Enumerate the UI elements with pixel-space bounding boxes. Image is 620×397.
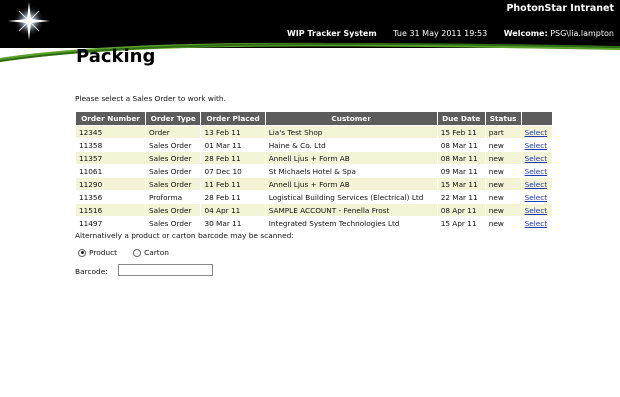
cell-due-date: 08 Mar 11: [436, 138, 486, 152]
table-row: 11497 Sales Order 30 Mar 11 Integrated Syst…: [75, 216, 554, 230]
cell-order-placed: 01 Mar 11: [200, 138, 266, 152]
table-row: 11290 Sales Order 11 Feb 11 Annell Ljus + F…: [75, 177, 554, 191]
cell-order-placed: 13 Feb 11: [200, 125, 266, 139]
cell-status: part: [484, 125, 522, 139]
barcode-label: Barcode:: [75, 267, 108, 276]
info-bar: WIP Tracker System Tue 31 May 2011 19:53…: [273, 29, 614, 38]
cell-order-type: Sales Order: [144, 151, 202, 165]
cell-due-date: 15 Feb 11: [436, 125, 486, 139]
cell-order-number: 11357: [75, 151, 146, 165]
cell-order-type: Sales Order: [144, 138, 202, 152]
col-order-type: Order Type: [144, 111, 202, 126]
cell-due-date: 08 Mar 11: [436, 151, 486, 165]
welcome-label: Welcome:: [503, 29, 548, 38]
cell-due-date: 09 Mar 11: [436, 164, 486, 178]
cell-order-placed: 04 Apr 11: [200, 203, 266, 217]
cell-customer: Annell Ljus + Form AB: [264, 151, 438, 165]
cell-order-number: 11497: [75, 216, 146, 230]
select-link[interactable]: Select: [520, 151, 554, 165]
page-title: Packing: [76, 46, 156, 67]
welcome: Welcome: PSG\lia.lampton: [504, 29, 614, 38]
cell-order-number: 11061: [75, 164, 146, 178]
cell-order-placed: 28 Feb 11: [200, 151, 266, 165]
cell-customer: Annell Ljus + Form AB: [264, 177, 438, 191]
cell-order-placed: 11 Feb 11: [200, 177, 266, 191]
cell-order-type: Sales Order: [144, 203, 202, 217]
cell-status: new: [484, 164, 522, 178]
brand-title: PhotonStar Intranet: [506, 3, 614, 14]
cell-order-type: Sales Order: [144, 164, 202, 178]
cell-order-number: 12345: [75, 125, 146, 139]
cell-order-number: 11516: [75, 203, 146, 217]
orders-table: Order Number Order Type Order Placed Cus…: [75, 111, 554, 230]
select-link[interactable]: Select: [520, 125, 554, 139]
cell-customer: SAMPLE ACCOUNT - Fenella Frost: [264, 203, 438, 217]
cell-customer: Logistical Building Services (Electrical…: [264, 190, 438, 204]
radio-carton-label: Carton: [144, 248, 169, 257]
cell-order-number: 11356: [75, 190, 146, 204]
star-burst-icon: [8, 2, 50, 40]
scan-type-group: Product Carton: [78, 248, 185, 257]
col-order-placed: Order Placed: [200, 111, 266, 126]
select-link[interactable]: Select: [520, 216, 554, 230]
radio-product-button[interactable]: [78, 248, 86, 257]
cell-order-number: 11358: [75, 138, 146, 152]
radio-carton[interactable]: Carton: [133, 248, 169, 257]
table-row: 11061 Sales Order 07 Dec 10 St Michaels Hot…: [75, 164, 554, 178]
table-row: 12345 Order 13 Feb 11 Lia's Test Shop 15 Feb…: [75, 125, 554, 139]
cell-status: new: [484, 138, 522, 152]
col-customer: Customer: [264, 111, 438, 126]
select-link[interactable]: Select: [520, 203, 554, 217]
cell-order-type: Proforma: [144, 190, 202, 204]
cell-status: new: [484, 177, 522, 191]
select-link[interactable]: Select: [520, 190, 554, 204]
cell-due-date: 08 Apr 11: [436, 203, 486, 217]
system-name: WIP Tracker System: [286, 29, 377, 38]
table-row: 11516 Sales Order 04 Apr 11 SAMPLE ACCOUNT …: [75, 203, 554, 217]
cell-order-type: Sales Order: [144, 216, 202, 230]
select-link[interactable]: Select: [520, 138, 554, 152]
table-row: 11356 Proforma 28 Feb 11 Logistical Buildin…: [75, 190, 554, 204]
radio-product[interactable]: Product: [78, 248, 117, 257]
cell-due-date: 22 Mar 11: [436, 190, 486, 204]
select-link[interactable]: Select: [520, 164, 554, 178]
cell-customer: Lia's Test Shop: [264, 125, 438, 139]
cell-status: new: [484, 190, 522, 204]
col-action: [520, 111, 554, 126]
col-due-date: Due Date: [436, 111, 486, 126]
cell-status: new: [484, 151, 522, 165]
cell-due-date: 15 Apr 11: [436, 216, 486, 230]
table-header-row: Order Number Order Type Order Placed Cus…: [75, 111, 554, 126]
radio-product-label: Product: [89, 248, 118, 257]
cell-order-placed: 07 Dec 10: [200, 164, 266, 178]
barcode-input[interactable]: [118, 264, 213, 276]
cell-status: new: [484, 203, 522, 217]
cell-due-date: 15 Mar 11: [436, 177, 486, 191]
cell-order-placed: 28 Feb 11: [200, 190, 266, 204]
table-row: 11358 Sales Order 01 Mar 11 Haine & Co. Ltd…: [75, 138, 554, 152]
username: PSG\lia.lampton: [550, 29, 614, 38]
table-row: 11357 Sales Order 28 Feb 11 Annell Ljus + F…: [75, 151, 554, 165]
cell-order-type: Order: [144, 125, 202, 139]
col-order-number: Order Number: [75, 111, 146, 126]
select-link[interactable]: Select: [520, 177, 554, 191]
datetime: Tue 31 May 2011 19:53: [393, 29, 488, 38]
cell-customer: St Michaels Hotel & Spa: [264, 164, 438, 178]
radio-carton-button[interactable]: [133, 248, 142, 257]
scan-prompt: Alternatively a product or carton barcod…: [75, 231, 294, 240]
cell-customer: Haine & Co. Ltd: [264, 138, 438, 152]
cell-order-placed: 30 Mar 11: [200, 216, 266, 230]
select-prompt: Please select a Sales Order to work with…: [75, 94, 226, 103]
cell-status: new: [484, 216, 522, 230]
cell-order-number: 11290: [75, 177, 146, 191]
cell-customer: Integrated System Technologies Ltd: [264, 216, 438, 230]
cell-order-type: Sales Order: [144, 177, 202, 191]
col-status: Status: [484, 111, 522, 126]
